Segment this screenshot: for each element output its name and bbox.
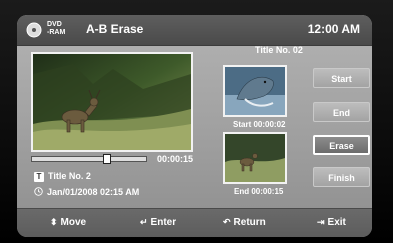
move-label: Move — [60, 217, 87, 228]
erase-button[interactable]: Erase — [313, 135, 370, 155]
disc-type-label: DVD -RAM — [47, 21, 65, 37]
enter-icon: ↵ — [140, 217, 148, 227]
finish-button[interactable]: Finish — [313, 167, 370, 187]
end-button[interactable]: End — [313, 102, 370, 122]
enter-label: Enter — [150, 217, 177, 228]
screen: DVD -RAM A-B Erase 12:00 AM 00:00:15 T T… — [0, 0, 393, 243]
progress-slider-knob[interactable] — [103, 154, 111, 164]
ab-erase-panel: DVD -RAM A-B Erase 12:00 AM 00:00:15 T T… — [17, 15, 372, 237]
exit-hint: ⇥ Exit — [317, 217, 346, 228]
start-time-caption: Start 00:00:02 — [233, 120, 286, 129]
start-point-thumbnail — [223, 65, 287, 117]
footer-help-bar: ⬍ Move ↵ Enter ↶ Return ⇥ Exit — [17, 208, 372, 237]
page-title: A-B Erase — [86, 22, 144, 36]
end-point-thumbnail — [223, 132, 287, 184]
disc-type-line2: -RAM — [47, 29, 66, 36]
title-info: T Title No. 2 — [34, 171, 91, 182]
selected-title-label: Title No. 02 — [255, 45, 303, 55]
end-deer-image — [225, 134, 285, 182]
progress-time: 00:00:15 — [157, 154, 194, 164]
clock-time: 12:00 AM — [307, 22, 360, 36]
disc-type-line1: DVD — [47, 21, 62, 28]
title-label: Title No. 2 — [48, 171, 91, 181]
header-bar: DVD -RAM A-B Erase 12:00 AM — [17, 15, 372, 46]
return-hint: ↶ Return — [223, 217, 266, 228]
disc-icon — [26, 22, 42, 38]
date-info: Jan/01/2008 02:15 AM — [34, 187, 139, 197]
title-badge-icon: T — [34, 172, 44, 182]
enter-hint: ↵ Enter — [140, 217, 176, 228]
clock-icon — [34, 187, 43, 196]
dolphin-image — [225, 67, 285, 115]
date-label: Jan/01/2008 02:15 AM — [47, 187, 140, 197]
move-hint: ⬍ Move — [50, 217, 86, 228]
progress-bar[interactable] — [31, 156, 147, 162]
start-button[interactable]: Start — [313, 68, 370, 88]
return-icon: ↶ — [223, 217, 231, 227]
exit-label: Exit — [327, 217, 346, 228]
end-time-caption: End 00:00:15 — [234, 187, 284, 196]
main-video-preview — [31, 52, 193, 152]
deer-image — [33, 54, 191, 150]
return-label: Return — [233, 217, 266, 228]
up-down-arrows-icon: ⬍ — [50, 217, 58, 227]
exit-icon: ⇥ — [317, 217, 325, 227]
